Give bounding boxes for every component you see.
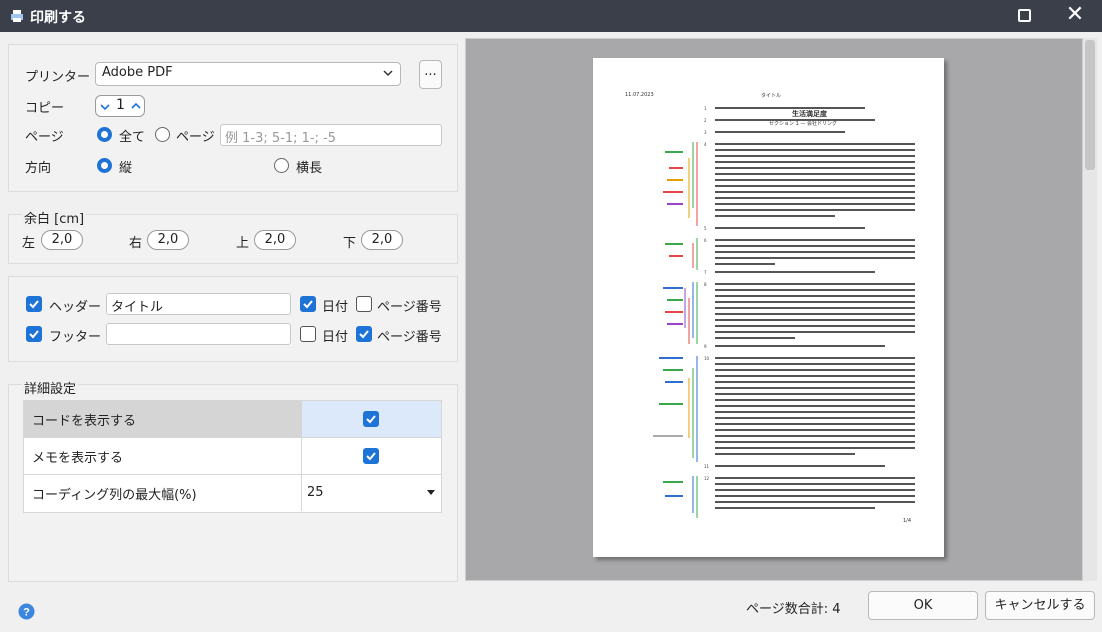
footer-text-input[interactable] (106, 323, 291, 345)
footer-page-number-label: ページ番号 (377, 330, 442, 345)
check-icon (29, 330, 39, 339)
footer-date-checkbox[interactable] (300, 326, 316, 342)
preview-page: 11.07.2023 タイトル 生活満足度 セクション 1 — 会社ドリング 1… (593, 58, 944, 557)
header-footer-panel (8, 276, 458, 362)
printer-value: Adobe PDF (102, 65, 173, 80)
svg-text:7: 7 (704, 270, 707, 275)
dropdown-arrow-icon (427, 490, 435, 495)
header-page-number-checkbox[interactable] (356, 296, 372, 312)
margin-left-input[interactable]: 2,0 (41, 230, 83, 250)
svg-text:3: 3 (704, 130, 707, 135)
svg-text:10: 10 (704, 356, 710, 361)
footer-label: フッター (49, 330, 102, 345)
preview-document-body: 123 456 789 101112 (653, 106, 915, 518)
coding-width-select[interactable]: 25 (302, 475, 441, 511)
check-icon (303, 300, 313, 309)
svg-text:5: 5 (704, 226, 707, 231)
pages-all-radio[interactable] (97, 127, 112, 142)
margin-top-input[interactable]: 2,0 (254, 230, 296, 250)
orientation-portrait-label: 縦 (119, 161, 133, 176)
close-icon[interactable]: ✕ (1063, 2, 1087, 28)
check-icon (359, 330, 369, 339)
copies-label: コピー (25, 101, 65, 116)
details-title: 詳細設定 (22, 378, 79, 397)
margin-bottom-input[interactable]: 2,0 (361, 230, 403, 250)
svg-text:12: 12 (704, 476, 710, 481)
pages-range-radio[interactable] (155, 127, 170, 142)
details-row-value[interactable] (302, 438, 441, 474)
header-checkbox[interactable] (26, 296, 42, 312)
details-row-show-codes[interactable]: コードを表示する (24, 401, 441, 438)
copies-value: 1 (116, 97, 125, 113)
orientation-label: 方向 (25, 161, 52, 176)
svg-text:?: ? (23, 607, 30, 619)
header-text-input[interactable]: タイトル (106, 293, 291, 315)
pages-range-label: ページ (176, 130, 215, 145)
footer-checkbox[interactable] (26, 326, 42, 342)
details-row-value[interactable] (302, 401, 441, 437)
page-total-label: ページ数合計: 4 (746, 602, 841, 617)
details-row-label: コードを表示する (24, 401, 302, 437)
svg-text:1: 1 (704, 106, 707, 111)
pages-label: ページ (25, 130, 64, 145)
preview-text-lines (715, 107, 915, 509)
header-label: ヘッダー (49, 300, 102, 315)
chevron-up-icon[interactable] (131, 101, 141, 111)
preview-code-labels (653, 151, 683, 497)
printer-select[interactable]: Adobe PDF (95, 62, 401, 86)
details-row-show-memos[interactable]: メモを表示する (24, 438, 441, 475)
svg-text:6: 6 (704, 238, 707, 243)
printer-label: プリンター (25, 70, 91, 85)
pages-all-label: 全て (119, 130, 146, 145)
margin-top-label: 上 (236, 236, 250, 251)
svg-text:9: 9 (704, 344, 707, 349)
footer-page-number-checkbox[interactable] (356, 326, 372, 342)
preview-coding-stripes (684, 142, 698, 518)
header-page-number-label: ページ番号 (377, 300, 442, 315)
pages-range-input[interactable]: 例 1-3; 5-1; 1-; -5 (220, 124, 442, 146)
ok-button[interactable]: OK (868, 591, 978, 620)
svg-text:11: 11 (704, 464, 710, 469)
chevron-down-icon[interactable] (100, 102, 110, 112)
chevron-down-icon (383, 70, 393, 77)
orientation-landscape-label: 横長 (296, 161, 323, 176)
maximize-icon[interactable] (1018, 9, 1031, 22)
details-row-coding-width[interactable]: コーディング列の最大幅(%) 25 (24, 475, 441, 512)
title-bar: 印刷する ✕ (0, 0, 1102, 32)
margin-right-input[interactable]: 2,0 (147, 230, 189, 250)
cancel-button[interactable]: キャンセルする (985, 591, 1095, 620)
show-codes-checkbox[interactable] (363, 411, 379, 427)
preview-scrollbar[interactable] (1083, 38, 1097, 581)
printer-browse-button[interactable]: ... (419, 60, 442, 89)
coding-width-value: 25 (307, 485, 324, 500)
header-date-label: 日付 (322, 300, 349, 315)
window-title: 印刷する (30, 10, 86, 26)
copies-stepper[interactable]: 1 (95, 95, 145, 117)
footer-date-label: 日付 (322, 330, 349, 345)
details-row-label: メモを表示する (24, 438, 302, 474)
orientation-landscape-radio[interactable] (274, 158, 289, 173)
details-row-label: コーディング列の最大幅(%) (24, 475, 302, 511)
show-memos-checkbox[interactable] (363, 448, 379, 464)
orientation-portrait-radio[interactable] (97, 158, 112, 173)
preview-line-numbers: 123 456 789 101112 (704, 106, 710, 481)
preview-scrollbar-thumb[interactable] (1085, 40, 1095, 170)
svg-text:8: 8 (704, 282, 707, 287)
margins-title: 余白 [cm] (22, 208, 87, 227)
print-icon (11, 10, 23, 22)
check-icon (366, 452, 376, 461)
check-icon (29, 300, 39, 309)
margin-bottom-label: 下 (343, 236, 357, 251)
header-date-checkbox[interactable] (300, 296, 316, 312)
margin-left-label: 左 (22, 236, 36, 251)
svg-text:4: 4 (704, 142, 707, 147)
preview-page-number: 1/4 (903, 518, 912, 524)
help-icon[interactable]: ? (18, 603, 35, 620)
check-icon (366, 415, 376, 424)
details-table: コードを表示する メモを表示する コーディング列の最大幅(%) 25 (23, 400, 442, 513)
svg-text:2: 2 (704, 118, 707, 123)
margin-right-label: 右 (129, 236, 143, 251)
